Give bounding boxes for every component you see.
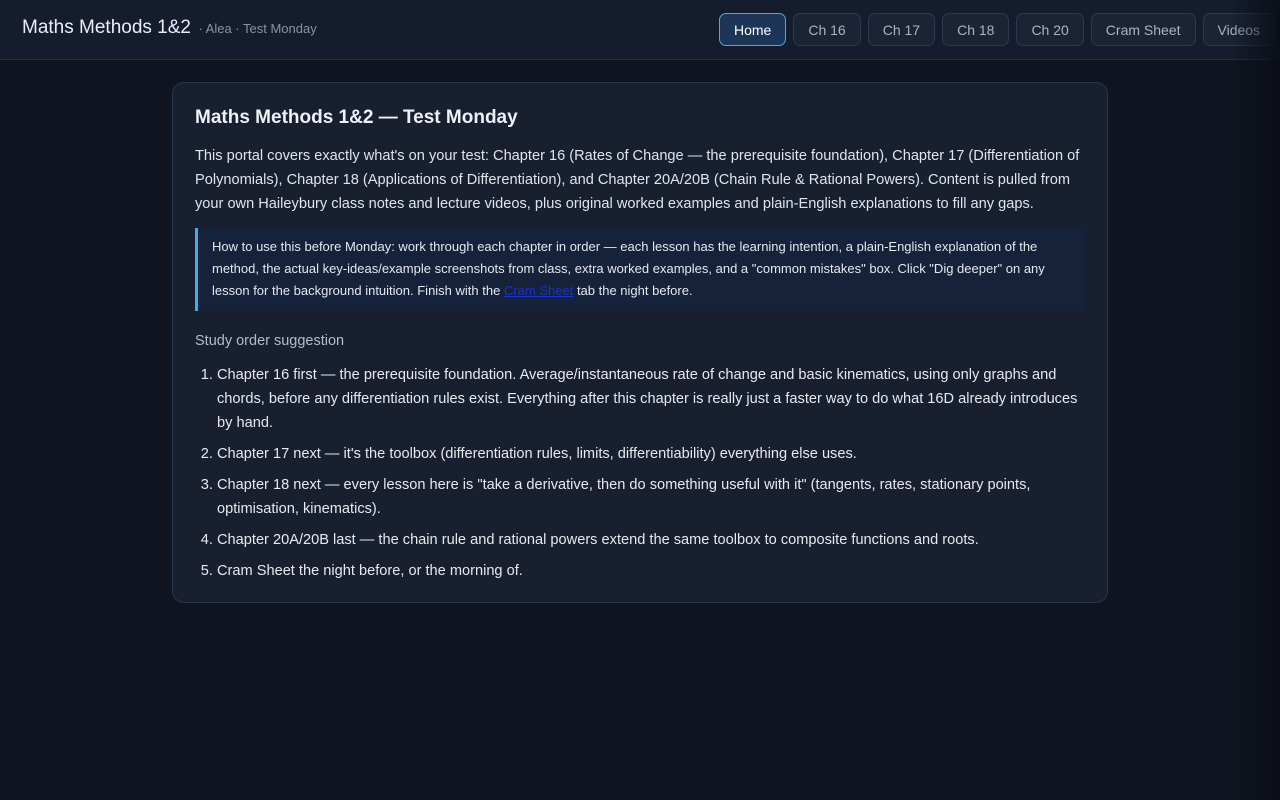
tab-home[interactable]: Home: [719, 13, 787, 46]
tab-ch18[interactable]: Ch 18: [942, 13, 1010, 46]
callout-text-end: tab the night before.: [573, 283, 693, 298]
tab-videos[interactable]: Videos: [1202, 13, 1276, 46]
study-order-heading: Study order suggestion: [195, 333, 345, 349]
tab-ch17[interactable]: Ch 17: [867, 13, 936, 46]
app-subtitle: · Alea · Test Monday: [198, 21, 317, 36]
top-bar: Maths Methods 1&2 · Alea · Test Monday H…: [0, 0, 1280, 60]
main-nav: Home Ch 16 Ch 17 Ch 18 Ch 20 Cram Sheet …: [719, 13, 1276, 46]
home-card: Maths Methods 1&2 — Test Monday This por…: [172, 82, 1108, 603]
tab-ch16[interactable]: Ch 16: [793, 13, 861, 46]
brand: Maths Methods 1&2 · Alea · Test Monday: [22, 17, 317, 39]
intro-paragraph: This portal covers exactly what's on you…: [195, 148, 1080, 212]
tab-cram-sheet[interactable]: Cram Sheet: [1090, 13, 1196, 46]
list-item: Cram Sheet the night before, or the morn…: [217, 559, 1085, 583]
list-item: Chapter 20A/20B last — the chain rule an…: [217, 528, 1085, 552]
list-item: Chapter 16 first — the prerequisite foun…: [217, 363, 1085, 435]
scroll-fade-overlay: [1230, 0, 1280, 800]
study-order-list: Chapter 16 first — the prerequisite foun…: [195, 363, 1085, 583]
list-item: Chapter 18 next — every lesson here is "…: [217, 473, 1085, 521]
list-item: Chapter 17 next — it's the toolbox (diff…: [217, 442, 1085, 466]
tab-ch20[interactable]: Ch 20: [1016, 13, 1084, 46]
app-title: Maths Methods 1&2: [22, 17, 191, 38]
how-to-callout: How to use this before Monday: work thro…: [195, 228, 1085, 311]
cram-sheet-link[interactable]: Cram Sheet: [504, 283, 573, 298]
page-title: Maths Methods 1&2 — Test Monday: [195, 107, 518, 128]
